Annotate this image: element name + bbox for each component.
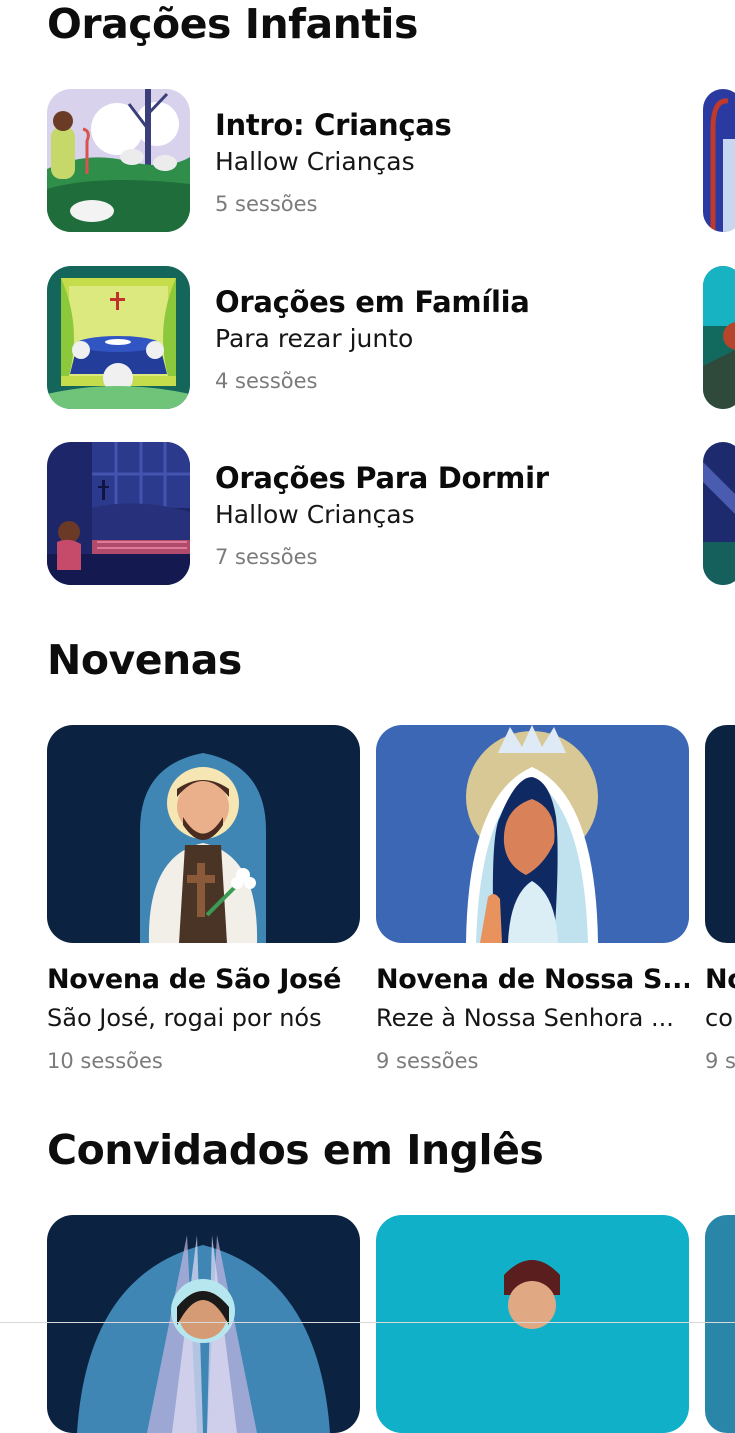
item-title: Intro: Crianças [215, 108, 452, 142]
list-item-oracoes-dormir[interactable]: Orações Para Dormir Hallow Crianças 7 se… [47, 442, 707, 586]
item-subtitle: Hallow Crianças [215, 147, 415, 176]
guest-portrait-art-icon [705, 1215, 735, 1433]
card-novena-sao-jose[interactable]: Novena de São José São José, rogai por n… [47, 725, 360, 1075]
family-table-art-icon [47, 266, 190, 409]
card-title: Novena de São José [47, 964, 342, 995]
saint-joseph-art-icon [47, 725, 360, 943]
guest-portrait-art-icon [47, 1215, 360, 1433]
card-subtitle: Reze à Nossa Senhora ... [376, 1004, 674, 1032]
list-item-oracoes-familia[interactable]: Orações em Família Para rezar junto 4 se… [47, 266, 707, 410]
card-title: Novena de Nossa S... [376, 964, 689, 995]
card-sessions: 9 sessões [376, 1049, 479, 1073]
card-title: No [705, 964, 735, 995]
item-sessions: 4 sessões [215, 369, 318, 393]
item-sessions: 5 sessões [215, 192, 318, 216]
item-title: Orações em Família [215, 285, 530, 319]
shepherd-sheep-art-icon [47, 89, 190, 232]
item-subtitle: Para rezar junto [215, 324, 414, 353]
next-column-thumb-1[interactable] [703, 89, 735, 232]
section-title-kids-prayers: Orações Infantis [47, 0, 418, 48]
item-subtitle: Hallow Crianças [215, 500, 415, 529]
item-sessions: 7 sessões [215, 545, 318, 569]
card-sessions: 9 s [705, 1049, 735, 1073]
novena-art-icon [705, 725, 735, 943]
bedtime-prayer-art-icon [47, 442, 190, 585]
card-subtitle: São José, rogai por nós [47, 1004, 322, 1032]
item-title: Orações Para Dormir [215, 461, 549, 495]
bottom-divider [0, 1322, 735, 1323]
card-novena-nossa-senhora[interactable]: Novena de Nossa S... Reze à Nossa Senhor… [376, 725, 689, 1075]
section-title-novenas: Novenas [47, 636, 242, 684]
card-novena-partial[interactable]: No co 9 s [705, 725, 735, 1075]
guest-portrait-art-icon [376, 1215, 689, 1433]
card-sessions: 10 sessões [47, 1049, 163, 1073]
card-guest-partial[interactable] [705, 1215, 735, 1433]
card-guest-2[interactable] [376, 1215, 689, 1433]
our-lady-art-icon [376, 725, 689, 943]
list-item-intro-criancas[interactable]: Intro: Crianças Hallow Crianças 5 sessõe… [47, 89, 707, 233]
section-title-english-guests: Convidados em Inglês [47, 1126, 544, 1174]
card-subtitle: co [705, 1004, 733, 1032]
card-guest-1[interactable] [47, 1215, 360, 1433]
next-column-thumb-3[interactable] [703, 442, 735, 585]
next-column-thumb-2[interactable] [703, 266, 735, 409]
